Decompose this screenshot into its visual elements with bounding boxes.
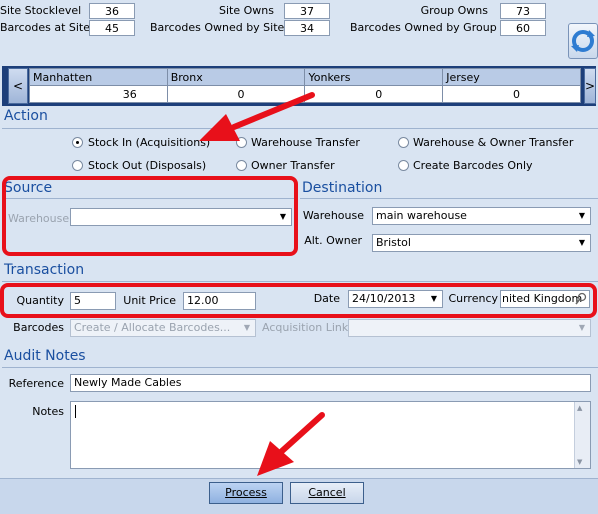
annotation-arrows bbox=[199, 92, 325, 476]
arrow-to-stock-in bbox=[199, 92, 315, 141]
arrow-to-process bbox=[257, 412, 325, 476]
